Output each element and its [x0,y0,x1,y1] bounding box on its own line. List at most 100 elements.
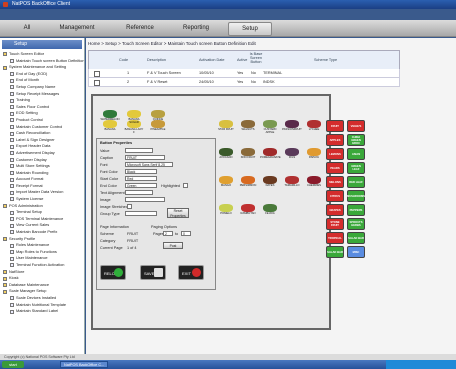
sidebar-item[interactable]: Training [0,97,84,104]
sidebar-item[interactable]: Scale Devices Installed [0,295,84,302]
col-code[interactable]: Code [119,58,128,62]
category-button[interactable]: TROPICAL [326,232,344,244]
tab-management[interactable]: Management [56,22,98,34]
reload-button[interactable]: RELOAD [100,265,126,280]
category-button[interactable]: RED LEAF [347,176,365,188]
product-button[interactable]: TAMARILLO [282,176,302,188]
grouptype-select[interactable] [125,211,157,216]
row-checkbox[interactable] [94,80,100,86]
sidebar-item[interactable]: Maintain Rounding [0,170,84,177]
product-button[interactable]: KIWI FRUIT [238,148,258,160]
sidebar-item[interactable]: Maintain Nutritional Template [0,302,84,309]
product-button[interactable]: PASSIONFRUIT [282,120,302,132]
product-button[interactable]: QUINCE [148,110,168,122]
col-activation-date[interactable]: Activation Date [199,58,225,62]
product-button[interactable]: WATERMELON [100,110,120,122]
save-button[interactable]: SAVE [140,265,166,280]
sidebar-item[interactable]: Touch Screen Editor [0,51,84,58]
sidebar-item[interactable]: Sales Floor Control [0,104,84,111]
sidebar-item[interactable]: View Current Sales [0,222,84,229]
sidebar-item[interactable]: System Maintenance and Setting [0,64,84,71]
sidebar-item[interactable]: Setup Receipt Messages [0,91,84,98]
col-scheme-type[interactable]: Scheme Type [314,58,337,62]
sidebar-item[interactable]: Roles Maintenance [0,242,84,249]
tab-setup[interactable]: Setup [228,22,272,36]
sidebar-item[interactable]: End of Day (EOD) [0,71,84,78]
category-button[interactable]: CHINA GREEN GROC [347,134,365,146]
category-button[interactable]: FRUIT [326,120,344,132]
sidebar-item[interactable]: Label & Sign Designer [0,137,84,144]
image-field[interactable] [125,197,165,202]
product-button[interactable]: STAR FRUIT [216,120,236,132]
startcolor-select[interactable]: Red [125,176,157,181]
taskbar-app-button[interactable]: NatPOS BackOffice C... [60,361,108,368]
product-button[interactable]: BANANA SUGAR [124,110,144,124]
sidebar-item[interactable]: Maintain Touch screen Button Definition … [0,58,84,65]
category-button[interactable]: GRAPES [326,204,344,216]
category-button[interactable]: GREEN LEAF [347,162,365,174]
category-button[interactable]: STONE FRUIT [326,218,344,230]
sidebar-item[interactable]: System License [0,196,84,203]
product-button[interactable]: CHERRIES [304,176,324,188]
post-button[interactable]: Post [163,242,183,249]
product-button[interactable]: FEIJOA [260,204,280,216]
sidebar-item[interactable]: Receipt Format [0,183,84,190]
sidebar-item[interactable]: Setup Company Name [0,84,84,91]
category-button[interactable]: ASIAN [347,148,365,160]
sidebar-item[interactable]: Maintain Barcode Prefix [0,229,84,236]
breadcrumb[interactable]: Home > Setup > Touch Screen Editor > Mai… [88,41,256,46]
sidebar-item[interactable]: EOD Setting [0,110,84,117]
product-button[interactable]: MANGO [216,176,236,188]
product-button[interactable]: POMEGRANATE [260,148,281,160]
tab-reference[interactable]: Reference [118,22,162,34]
category-button[interactable]: MELONS [326,176,344,188]
category-button[interactable]: SALAD BAR [326,246,344,258]
sidebar-item[interactable]: Advertisement Display [0,150,84,157]
sidebar-item[interactable]: Account Format [0,176,84,183]
category-button[interactable]: VEGIE'S [347,120,365,132]
textalign-select[interactable] [125,190,153,195]
category-button[interactable]: LEMONS [326,148,344,160]
sidebar-item[interactable]: Kiosk [0,275,84,282]
product-button[interactable]: WALNUTS [238,120,258,132]
font-field[interactable]: Microsoft Sans Serif 8.25 [125,162,173,167]
product-button[interactable]: LYCHEE [304,120,324,132]
value-field[interactable] [125,148,153,153]
fontcolor-select[interactable]: Black [125,169,157,174]
tab-reporting[interactable]: Reporting [172,22,220,34]
sidebar-item[interactable]: Cash Reconciliation [0,130,84,137]
product-button[interactable]: RAMBUTAN [238,204,258,216]
category-button[interactable]: PEARS [326,162,344,174]
category-button[interactable]: PEPPERS [347,204,365,216]
caption-field[interactable]: FRUIT [125,155,165,160]
pages-to-stepper[interactable]: 0 [181,231,191,236]
product-button[interactable]: PAPAYA [304,148,324,160]
product-button[interactable]: FIGS [282,148,302,160]
product-button[interactable]: PERSIMMON [238,176,258,188]
sidebar-item[interactable]: NatStore [0,269,84,276]
sidebar-item[interactable]: Maintain Standard Label [0,308,84,315]
endcolor-select[interactable]: Green [125,183,157,188]
table-row[interactable]: 1 F & V Touch Screen 10/05/10 Yes No TER… [88,69,400,78]
tab-all[interactable]: All [8,22,46,34]
sidebar-item[interactable]: Terminal Function Activation [0,262,84,269]
highlighted-checkbox[interactable] [183,183,188,188]
sidebar-item[interactable]: Security Profile [0,236,84,243]
sidebar-item[interactable]: POS Administration [0,203,84,210]
exit-button[interactable]: EXIT [178,265,204,280]
sidebar-item[interactable]: Customer Display [0,157,84,164]
category-button[interactable]: MISC [347,246,365,258]
product-button[interactable]: POMELO [216,204,236,216]
sidebar-item[interactable]: Export Header Data [0,143,84,150]
col-active[interactable]: Active [237,58,247,62]
category-button[interactable]: APPLES [326,134,344,146]
sidebar-item[interactable]: POS Terminal Maintenance [0,216,84,223]
table-row[interactable]: 2 F & V Reset 24/05/10 Yes No INDSK [88,78,400,87]
col-description[interactable]: Description [147,58,166,62]
pages-from-stepper[interactable]: 2 [163,231,173,236]
product-button[interactable]: DATES [260,176,280,188]
imagestretched-checkbox[interactable] [127,204,132,209]
sidebar-item[interactable]: Product Control [0,117,84,124]
sidebar-item[interactable]: Maintain Customer Control [0,124,84,131]
sidebar-item[interactable]: End of Month [0,77,84,84]
